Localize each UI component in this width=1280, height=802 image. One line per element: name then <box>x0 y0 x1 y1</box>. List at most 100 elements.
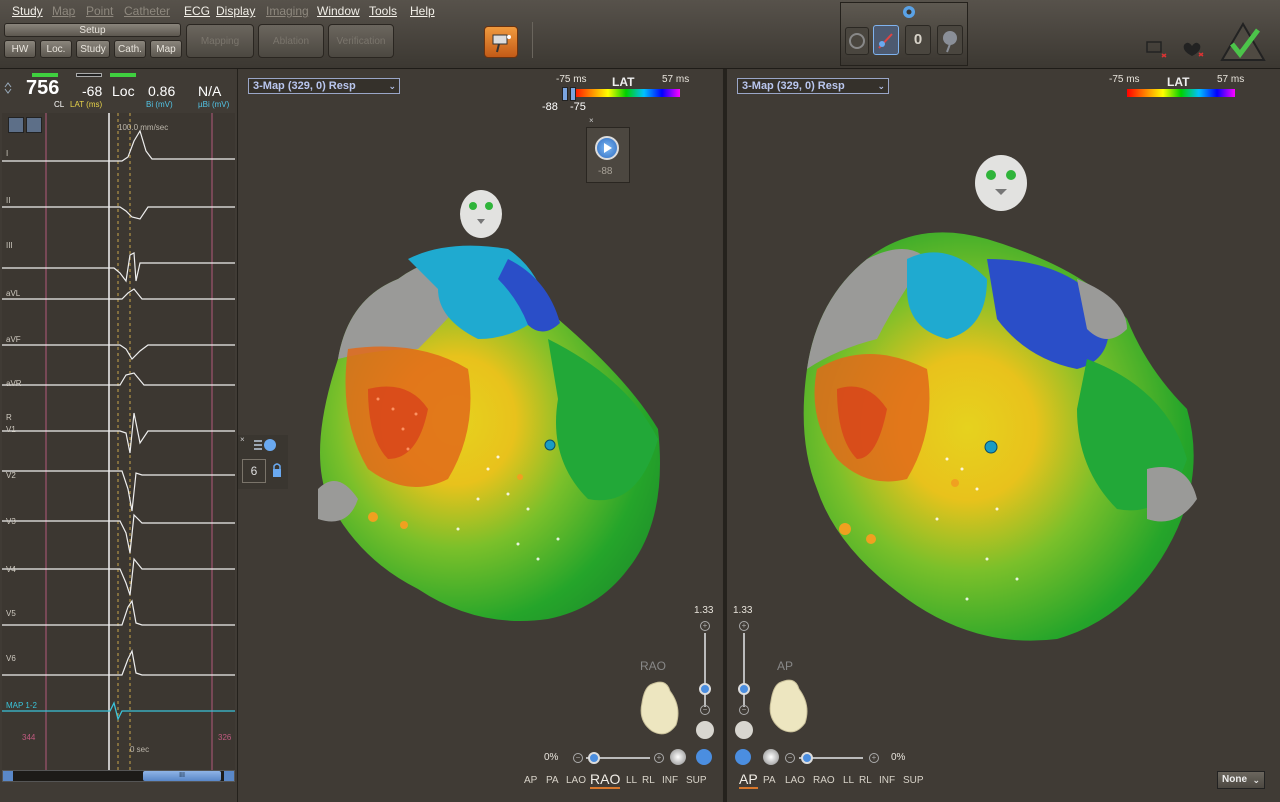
mapping-button[interactable]: Mapping <box>186 24 254 58</box>
tab-hw[interactable]: HW <box>4 40 36 58</box>
catheter-tool-icon[interactable] <box>484 26 518 58</box>
tab-loc[interactable]: Loc. <box>40 40 72 58</box>
view-down-icon[interactable] <box>735 721 753 739</box>
lat-max-label: 57 ms <box>662 74 690 85</box>
view-lao-button[interactable]: LAO <box>566 775 586 786</box>
menu-window[interactable]: Window <box>317 4 360 18</box>
rotation-slider-thumb[interactable] <box>588 752 600 764</box>
map-select-dropdown[interactable]: 3-Map (329, 0) Resp ⌄ <box>248 78 400 94</box>
zoom-in-icon[interactable]: + <box>700 621 710 631</box>
view-inf-button[interactable]: INF <box>662 775 678 786</box>
toolbar-divider <box>532 22 533 58</box>
view-ap-button[interactable]: AP <box>524 775 537 786</box>
zoom-slider-thumb[interactable] <box>738 683 750 695</box>
view-pa-button[interactable]: PA <box>546 775 559 786</box>
zoom-slider-thumb[interactable] <box>699 683 711 695</box>
zoom-in-icon[interactable]: + <box>739 621 749 631</box>
map-view-left[interactable]: 3-Map (329, 0) Resp ⌄ -75 ms LAT 57 ms -… <box>238 69 722 802</box>
menu-catheter[interactable]: Catheter <box>124 4 170 18</box>
side-tool-count: 6 <box>242 459 266 483</box>
view-ap-button[interactable]: AP <box>739 771 758 789</box>
rotate-right-icon[interactable]: + <box>654 753 664 763</box>
lat-signal-bar <box>76 73 102 77</box>
left-marker-value: 344 <box>22 733 36 742</box>
zoom-slider-track[interactable] <box>743 633 745 707</box>
tag-tool-icon[interactable] <box>937 25 963 55</box>
record-button[interactable] <box>845 27 869 55</box>
lead-label: V6 <box>6 654 16 663</box>
view-rao-button[interactable]: RAO <box>590 771 621 789</box>
rotation-slider-thumb[interactable] <box>801 752 813 764</box>
gear-icon[interactable] <box>899 3 919 26</box>
scroll-right-icon[interactable] <box>224 771 234 781</box>
view-down-icon[interactable] <box>696 721 714 739</box>
orientation-label: AP <box>777 659 794 673</box>
monitor-status-icon <box>1146 40 1168 63</box>
ecg-scrollbar[interactable]: III <box>2 770 235 782</box>
view-ll-button[interactable]: LL <box>843 775 854 786</box>
zoom-value: 1.33 <box>733 605 753 616</box>
lat-range-handle[interactable] <box>570 87 576 101</box>
point-acquire-button[interactable] <box>873 25 899 55</box>
verification-button[interactable]: Verification <box>328 24 394 58</box>
none-select-dropdown[interactable]: None ⌄ <box>1217 771 1265 789</box>
menu-display[interactable]: Display <box>216 4 255 18</box>
map-select-dropdown[interactable]: 3-Map (329, 0) Resp ⌄ <box>737 78 889 94</box>
menu-ecg[interactable]: ECG <box>184 4 210 18</box>
rotate-left-icon[interactable]: − <box>785 753 795 763</box>
menu-help[interactable]: Help <box>410 4 435 18</box>
menu-map[interactable]: Map <box>52 4 75 18</box>
readout-toggle-icon[interactable] <box>4 81 12 94</box>
play-icon[interactable] <box>595 136 619 160</box>
view-lao-button[interactable]: LAO <box>785 775 805 786</box>
tab-cath[interactable]: Cath. <box>114 40 146 58</box>
scroll-left-icon[interactable] <box>3 771 13 781</box>
lat-map-surface[interactable] <box>298 239 688 629</box>
view-inf-button[interactable]: INF <box>879 775 895 786</box>
lock-icon[interactable] <box>272 461 282 484</box>
view-ll-button[interactable]: LL <box>626 775 637 786</box>
view-pa-button[interactable]: PA <box>763 775 776 786</box>
lat-color-bar <box>1127 89 1235 97</box>
close-icon[interactable]: × <box>240 435 245 444</box>
menu-tools[interactable]: Tools <box>369 4 397 18</box>
setup-button[interactable]: Setup <box>4 23 181 37</box>
close-icon[interactable]: × <box>589 116 594 125</box>
system-ok-icon[interactable] <box>1218 20 1268 69</box>
view-menu-icon[interactable] <box>735 749 751 765</box>
catheter-visibility-icon[interactable] <box>252 437 278 458</box>
menu-imaging[interactable]: Imaging <box>266 4 309 18</box>
menu-point[interactable]: Point <box>86 4 113 18</box>
tab-map[interactable]: Map <box>150 40 182 58</box>
lead-label: aVF <box>6 335 21 344</box>
lead-label: V5 <box>6 609 16 618</box>
lat-range-handle[interactable] <box>562 87 568 101</box>
none-select-value: None <box>1222 774 1247 785</box>
rotate-right-icon[interactable]: + <box>869 753 879 763</box>
view-menu-icon[interactable] <box>696 749 712 765</box>
ablation-button[interactable]: Ablation <box>258 24 324 58</box>
chevron-down-icon: ⌄ <box>388 81 396 91</box>
reset-view-icon[interactable] <box>763 749 779 765</box>
scroll-thumb[interactable]: III <box>143 771 221 781</box>
lat-title: LAT <box>1167 75 1190 89</box>
tab-study[interactable]: Study <box>76 40 110 58</box>
view-sup-button[interactable]: SUP <box>686 775 707 786</box>
zoom-slider-track[interactable] <box>704 633 706 707</box>
view-rl-button[interactable]: RL <box>859 775 872 786</box>
play-control[interactable]: × -88 <box>586 116 630 183</box>
zoom-out-icon[interactable]: − <box>739 705 749 715</box>
menu-study[interactable]: Study <box>12 4 43 18</box>
rotate-left-icon[interactable]: − <box>573 753 583 763</box>
map-view-right[interactable]: 3-Map (329, 0) Resp ⌄ -75 ms LAT 57 ms 1… <box>727 69 1280 802</box>
lat-map-surface[interactable] <box>787 219 1227 649</box>
reset-view-icon[interactable] <box>670 749 686 765</box>
view-rl-button[interactable]: RL <box>642 775 655 786</box>
view-rao-button[interactable]: RAO <box>813 775 835 786</box>
map-lead-label: MAP 1-2 <box>6 701 37 710</box>
view-sup-button[interactable]: SUP <box>903 775 924 786</box>
chevron-down-icon: ⌄ <box>877 81 885 91</box>
heart-status-icon <box>1180 40 1206 63</box>
loc-label: Loc <box>112 83 135 99</box>
zoom-out-icon[interactable]: − <box>700 705 710 715</box>
